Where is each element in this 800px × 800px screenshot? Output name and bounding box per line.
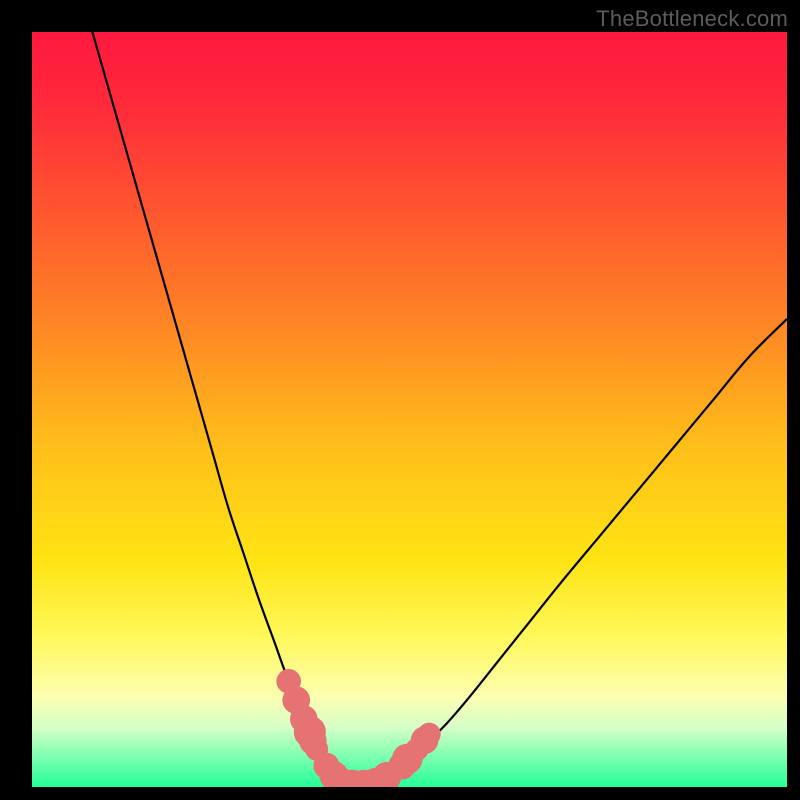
trough-marker bbox=[418, 723, 441, 746]
watermark-label: TheBottleneck.com bbox=[596, 6, 788, 32]
plot-area bbox=[32, 32, 787, 787]
chart-svg bbox=[32, 32, 787, 787]
gradient-background bbox=[32, 32, 787, 787]
chart-frame: TheBottleneck.com bbox=[0, 0, 800, 800]
